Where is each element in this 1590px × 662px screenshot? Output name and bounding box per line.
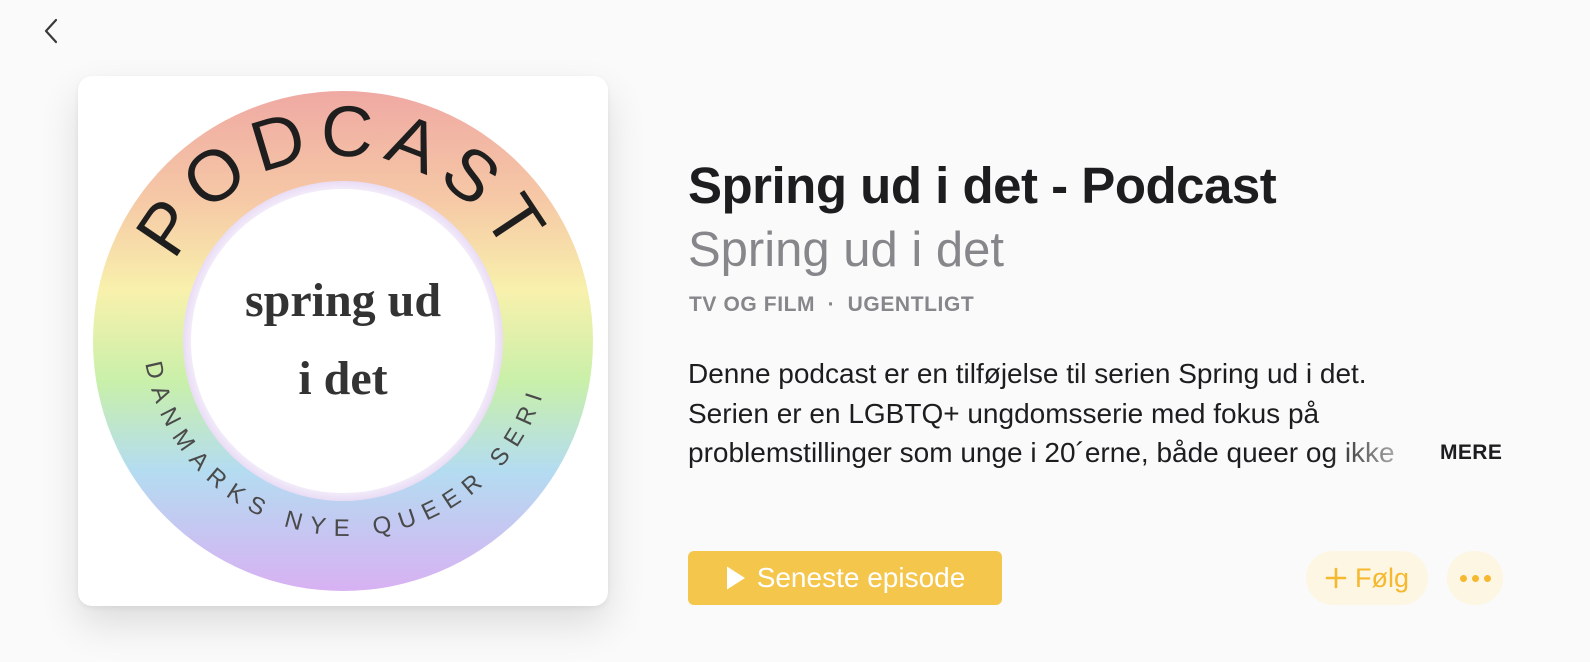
podcast-meta: TV OG FILM · UGENTLIGT xyxy=(689,293,974,317)
description-line: Serien er en LGBTQ+ ungdomsserie med fok… xyxy=(688,397,1320,429)
artwork-image: PODCAST DANMARKS NYE QUEER SERIE spring … xyxy=(78,76,593,591)
ellipsis-icon xyxy=(1459,574,1467,582)
play-icon xyxy=(726,566,745,590)
artwork-center-line-2: i det xyxy=(298,352,387,405)
chevron-left-icon xyxy=(44,18,58,44)
description-line: Denne podcast er en tilføjelse til serie… xyxy=(688,358,1367,389)
podcast-title: Spring ud i det - Podcast xyxy=(688,157,1277,214)
follow-button[interactable]: Følg xyxy=(1306,551,1428,605)
ellipsis-icon xyxy=(1471,574,1479,582)
podcast-info: Spring ud i det - Podcast Spring ud i de… xyxy=(688,0,1518,662)
podcast-description: Denne podcast er en tilføjelse til serie… xyxy=(688,354,1433,473)
plus-icon xyxy=(1325,567,1347,589)
meta-separator: · xyxy=(827,293,836,316)
podcast-detail-page: PODCAST DANMARKS NYE QUEER SERIE spring … xyxy=(0,0,1590,662)
artwork-center-line-1: spring ud xyxy=(245,274,441,327)
latest-episode-label: Seneste episode xyxy=(756,562,966,593)
more-actions-button[interactable] xyxy=(1447,551,1503,605)
more-description-button[interactable]: MERE xyxy=(1440,441,1502,465)
follow-label: Følg xyxy=(1355,562,1409,593)
latest-episode-button[interactable]: Seneste episode xyxy=(688,551,1002,605)
podcast-category[interactable]: TV OG FILM xyxy=(689,293,815,316)
description-line: problemstillinger som unge i 20´erne, bå… xyxy=(688,437,1395,468)
podcast-artwork: PODCAST DANMARKS NYE QUEER SERIE spring … xyxy=(78,76,608,606)
podcast-author[interactable]: Spring ud i det xyxy=(688,222,1004,278)
back-button[interactable] xyxy=(34,14,68,48)
ellipsis-icon xyxy=(1483,574,1491,582)
podcast-frequency: UGENTLIGT xyxy=(847,293,975,316)
